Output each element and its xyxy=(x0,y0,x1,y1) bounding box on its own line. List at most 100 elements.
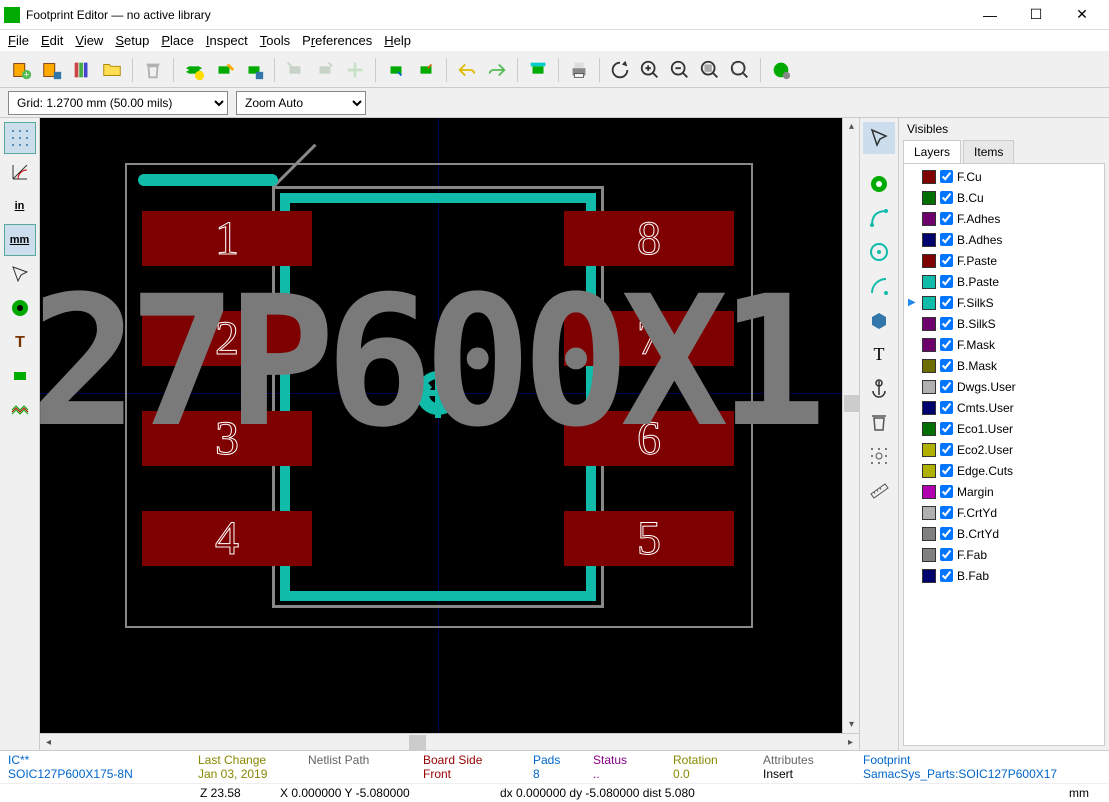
layer-visibility-checkbox[interactable] xyxy=(940,464,953,477)
layer-visibility-checkbox[interactable] xyxy=(940,422,953,435)
anchor-tool[interactable] xyxy=(863,372,895,404)
layer-row-margin[interactable]: Margin xyxy=(906,481,1102,502)
layer-swatch[interactable] xyxy=(922,191,936,205)
scrollbar-vertical[interactable]: ▴ ▾ xyxy=(842,118,859,733)
add-text-tool[interactable]: T xyxy=(863,338,895,370)
import-button[interactable] xyxy=(281,56,309,84)
menu-view[interactable]: View xyxy=(75,33,103,48)
layer-visibility-checkbox[interactable] xyxy=(940,191,953,204)
add-line-tool[interactable] xyxy=(863,202,895,234)
tab-layers[interactable]: Layers xyxy=(903,140,961,163)
layer-visibility-checkbox[interactable] xyxy=(940,275,953,288)
layer-swatch[interactable] xyxy=(922,422,936,436)
layer-visibility-checkbox[interactable] xyxy=(940,317,953,330)
zoom-in-button[interactable] xyxy=(636,56,664,84)
polar-coord-button[interactable] xyxy=(4,156,36,188)
new-component-button[interactable] xyxy=(180,56,208,84)
layer-visibility-checkbox[interactable] xyxy=(940,296,953,309)
text-display-button[interactable]: T xyxy=(4,326,36,358)
edge-display-button[interactable] xyxy=(4,360,36,392)
minimize-button[interactable]: — xyxy=(967,0,1013,30)
add-polygon-tool[interactable] xyxy=(863,304,895,336)
layer-swatch[interactable] xyxy=(922,569,936,583)
zoom-out-button[interactable] xyxy=(666,56,694,84)
grid-select[interactable]: Grid: 1.2700 mm (50.00 mils) xyxy=(8,91,228,115)
delete-button[interactable] xyxy=(139,56,167,84)
layer-swatch[interactable] xyxy=(922,275,936,289)
library-button[interactable] xyxy=(68,56,96,84)
layer-visibility-checkbox[interactable] xyxy=(940,170,953,183)
canvas[interactable]: 1 2 3 4 8 7 6 5 27P600X1 xyxy=(40,118,842,733)
layer-row-b-silks[interactable]: B.SilkS xyxy=(906,313,1102,334)
contrast-button[interactable] xyxy=(4,394,36,426)
undo-button[interactable] xyxy=(453,56,481,84)
wizard-button[interactable] xyxy=(210,56,238,84)
layer-row-f-paste[interactable]: F.Paste xyxy=(906,250,1102,271)
layer-swatch[interactable] xyxy=(922,359,936,373)
menu-help[interactable]: Help xyxy=(384,33,411,48)
maximize-button[interactable]: ☐ xyxy=(1013,0,1059,30)
settings-button[interactable] xyxy=(767,56,795,84)
layer-swatch[interactable] xyxy=(922,485,936,499)
layer-visibility-checkbox[interactable] xyxy=(940,548,953,561)
layer-row-f-silks[interactable]: ▶F.SilkS xyxy=(906,292,1102,313)
add-pad-tool[interactable] xyxy=(863,168,895,200)
delete-tool[interactable] xyxy=(863,406,895,438)
grid-origin-tool[interactable] xyxy=(863,440,895,472)
save-footprint-button[interactable] xyxy=(38,56,66,84)
layer-row-b-paste[interactable]: B.Paste xyxy=(906,271,1102,292)
layer-swatch[interactable] xyxy=(922,443,936,457)
layer-row-f-crtyd[interactable]: F.CrtYd xyxy=(906,502,1102,523)
layer-row-f-adhes[interactable]: F.Adhes xyxy=(906,208,1102,229)
tab-items[interactable]: Items xyxy=(963,140,1014,163)
menu-file[interactable]: File xyxy=(8,33,29,48)
layer-swatch[interactable] xyxy=(922,254,936,268)
add-circle-tool[interactable] xyxy=(863,236,895,268)
layer-visibility-checkbox[interactable] xyxy=(940,338,953,351)
layer-visibility-checkbox[interactable] xyxy=(940,380,953,393)
layer-visibility-checkbox[interactable] xyxy=(940,212,953,225)
layer-row-b-crtyd[interactable]: B.CrtYd xyxy=(906,523,1102,544)
open-button[interactable] xyxy=(98,56,126,84)
unit-inch-button[interactable]: in xyxy=(4,190,36,222)
layer-swatch[interactable] xyxy=(922,338,936,352)
menu-place[interactable]: Place xyxy=(161,33,194,48)
redo-button[interactable] xyxy=(483,56,511,84)
menu-edit[interactable]: Edit xyxy=(41,33,63,48)
menu-setup[interactable]: Setup xyxy=(115,33,149,48)
menu-preferences[interactable]: Preferences xyxy=(302,33,372,48)
layer-swatch[interactable] xyxy=(922,527,936,541)
layer-row-edge-cuts[interactable]: Edge.Cuts xyxy=(906,460,1102,481)
layer-row-cmts-user[interactable]: Cmts.User xyxy=(906,397,1102,418)
zoom-select-button[interactable] xyxy=(726,56,754,84)
zoom-fit-button[interactable] xyxy=(696,56,724,84)
new-footprint-button[interactable]: + xyxy=(8,56,36,84)
close-button[interactable]: ✕ xyxy=(1059,0,1105,30)
layer-visibility-checkbox[interactable] xyxy=(940,233,953,246)
layer-visibility-checkbox[interactable] xyxy=(940,506,953,519)
layer-swatch[interactable] xyxy=(922,233,936,247)
layer-visibility-checkbox[interactable] xyxy=(940,401,953,414)
board-export-button[interactable] xyxy=(412,56,440,84)
layer-row-eco1-user[interactable]: Eco1.User xyxy=(906,418,1102,439)
layer-row-f-fab[interactable]: F.Fab xyxy=(906,544,1102,565)
layer-swatch[interactable] xyxy=(922,401,936,415)
layer-row-b-adhes[interactable]: B.Adhes xyxy=(906,229,1102,250)
layer-swatch[interactable] xyxy=(922,212,936,226)
layer-visibility-checkbox[interactable] xyxy=(940,485,953,498)
layer-swatch[interactable] xyxy=(922,170,936,184)
save-as-button[interactable] xyxy=(240,56,268,84)
layer-row-dwgs-user[interactable]: Dwgs.User xyxy=(906,376,1102,397)
layer-swatch[interactable] xyxy=(922,380,936,394)
layer-swatch[interactable] xyxy=(922,296,936,310)
layer-visibility-checkbox[interactable] xyxy=(940,254,953,267)
menu-inspect[interactable]: Inspect xyxy=(206,33,248,48)
layer-visibility-checkbox[interactable] xyxy=(940,527,953,540)
layer-swatch[interactable] xyxy=(922,464,936,478)
menu-tools[interactable]: Tools xyxy=(260,33,290,48)
layer-visibility-checkbox[interactable] xyxy=(940,569,953,582)
add-arc-tool[interactable] xyxy=(863,270,895,302)
cursor-shape-button[interactable] xyxy=(4,258,36,290)
layer-row-b-fab[interactable]: B.Fab xyxy=(906,565,1102,586)
layer-row-b-mask[interactable]: B.Mask xyxy=(906,355,1102,376)
